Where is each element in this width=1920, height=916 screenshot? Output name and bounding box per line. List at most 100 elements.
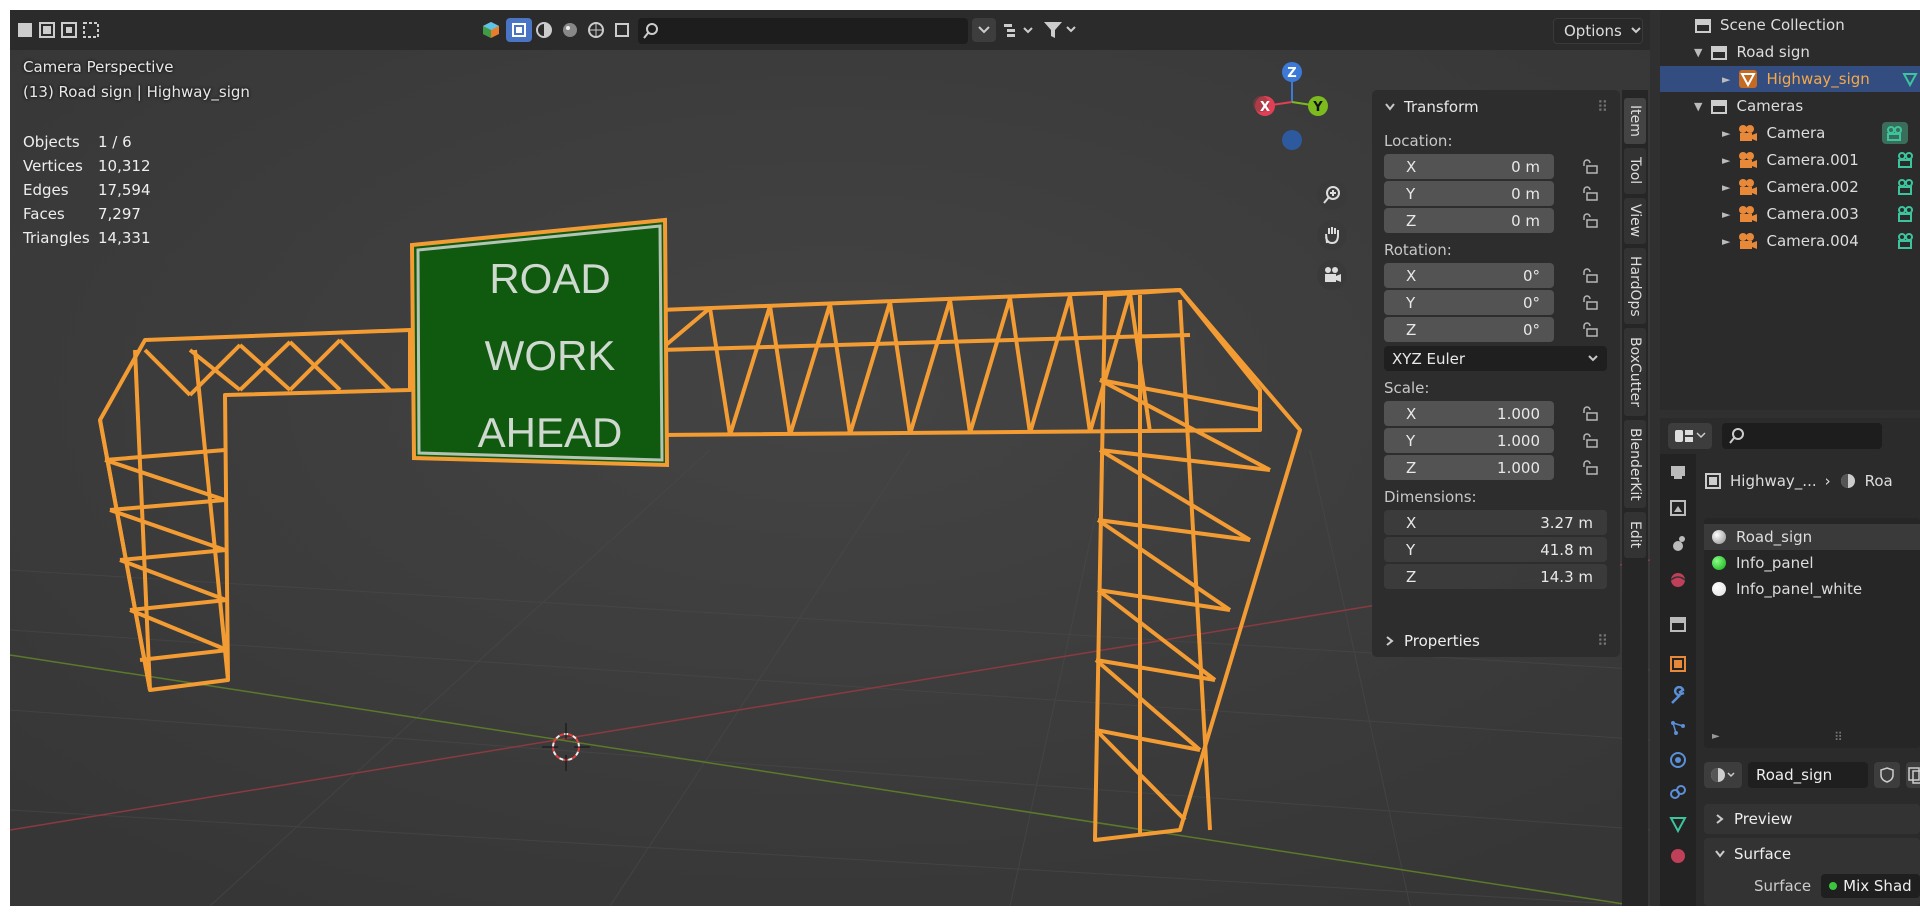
outliner-item-label: Camera.004: [1766, 232, 1859, 250]
rotation-z-field[interactable]: Z 0°: [1384, 317, 1598, 342]
selection-mode-buttons[interactable]: [14, 18, 104, 42]
object-tab-icon[interactable]: [1668, 654, 1688, 674]
lock-icon[interactable]: [1582, 321, 1598, 337]
expand-arrow-icon[interactable]: ►: [1722, 73, 1730, 86]
location-y-field[interactable]: Y 0 m: [1384, 181, 1598, 206]
tab-item[interactable]: Item: [1624, 98, 1646, 144]
preview-panel-header[interactable]: Preview: [1704, 804, 1920, 834]
expand-arrow-icon[interactable]: ►: [1722, 181, 1730, 194]
scale-x-field[interactable]: X 1.000: [1384, 401, 1598, 426]
rotation-x-field[interactable]: X 0°: [1384, 263, 1598, 288]
expand-arrow-icon[interactable]: ►: [1712, 731, 1720, 742]
drag-handle-icon[interactable]: ⠿: [1597, 98, 1608, 116]
outliner-item-camera-002[interactable]: ► Camera.002: [1660, 174, 1920, 200]
tab-view[interactable]: View: [1624, 198, 1646, 244]
camera-view-icon[interactable]: [1317, 260, 1347, 290]
properties-search-input[interactable]: [1722, 423, 1882, 449]
outliner-item-camera-001[interactable]: ► Camera.001: [1660, 147, 1920, 173]
properties-panel-header[interactable]: Properties ⠿: [1372, 625, 1620, 657]
outliner-item-camera-004[interactable]: ► Camera.004: [1660, 228, 1920, 254]
resize-handle-icon[interactable]: ⠿: [1834, 730, 1843, 744]
rotation-mode-select[interactable]: XYZ Euler: [1384, 346, 1607, 371]
properties-label: Properties: [1404, 632, 1480, 650]
lock-icon[interactable]: [1582, 459, 1598, 475]
output-tab-icon[interactable]: [1668, 498, 1688, 518]
outliner-item-cameras[interactable]: ▼ Cameras: [1660, 93, 1920, 119]
physics-tab-icon[interactable]: [1668, 750, 1688, 770]
options-dropdown[interactable]: Options: [1553, 18, 1643, 44]
viewport-search-input[interactable]: [638, 18, 968, 44]
material-tab-icon[interactable]: [1668, 846, 1688, 866]
duplicate-material-icon[interactable]: [1906, 762, 1920, 788]
shader-socket-icon: [1829, 882, 1838, 890]
expand-arrow-icon[interactable]: ▼: [1694, 100, 1702, 113]
tab-boxcutter[interactable]: BoxCutter: [1624, 328, 1646, 416]
fake-user-shield-icon[interactable]: [1874, 762, 1900, 788]
material-selector: Road_sign: [1704, 762, 1920, 788]
dimension-x-field[interactable]: X 3.27 m: [1384, 510, 1607, 535]
properties-editor-icon: [1675, 430, 1693, 442]
outliner-item-camera[interactable]: ► Camera: [1660, 120, 1920, 146]
scale-z-field[interactable]: Z 1.000: [1384, 455, 1598, 480]
location-z-field[interactable]: Z 0 m: [1384, 208, 1598, 233]
outliner-item-highway-sign[interactable]: ► Highway_sign: [1660, 66, 1920, 92]
lock-icon[interactable]: [1582, 294, 1598, 310]
filter-dropdown[interactable]: [1040, 18, 1080, 42]
lock-icon[interactable]: [1582, 185, 1598, 201]
tab-blenderkit[interactable]: BlenderKit: [1624, 420, 1646, 508]
tab-tool[interactable]: Tool: [1624, 148, 1646, 194]
stat-value: 10,312: [98, 157, 151, 175]
lock-icon[interactable]: [1582, 267, 1598, 283]
zoom-icon[interactable]: [1317, 180, 1347, 210]
field-value: 41.8 m: [1540, 540, 1593, 559]
expand-arrow-icon[interactable]: ▼: [1694, 46, 1702, 59]
dimension-z-field[interactable]: Z 14.3 m: [1384, 564, 1607, 589]
editor-type-dropdown[interactable]: [1668, 423, 1712, 449]
expand-arrow-icon[interactable]: ►: [1722, 154, 1730, 167]
browse-material-dropdown[interactable]: [1704, 762, 1742, 788]
toggle-xray-icon[interactable]: [506, 18, 532, 42]
material-slot-item[interactable]: Info_panel_white: [1704, 576, 1920, 602]
expand-arrow-icon[interactable]: ►: [1722, 208, 1730, 221]
navigation-gizmo[interactable]: Z X Y: [1235, 60, 1345, 180]
tab-edit[interactable]: Edit: [1624, 512, 1646, 558]
scene-collection-row[interactable]: Scene Collection: [1660, 12, 1920, 38]
scale-y-field[interactable]: Y 1.000: [1384, 428, 1598, 453]
location-x-field[interactable]: X 0 m: [1384, 154, 1598, 179]
view-layer-tab-icon[interactable]: [1668, 534, 1688, 554]
material-slot-item[interactable]: Road_sign: [1704, 524, 1920, 550]
lock-icon[interactable]: [1582, 158, 1598, 174]
scene-tab-icon[interactable]: [1668, 570, 1688, 590]
surface-panel-header[interactable]: Surface: [1704, 838, 1920, 870]
outliner-item-camera-003[interactable]: ► Camera.003: [1660, 201, 1920, 227]
axis-label: Z: [1406, 211, 1417, 230]
expand-arrow-icon[interactable]: ►: [1722, 127, 1730, 140]
dimension-y-field[interactable]: Y 41.8 m: [1384, 537, 1607, 562]
drag-handle-icon[interactable]: ⠿: [1597, 632, 1608, 650]
outliner-item-road-sign[interactable]: ▼ Road sign: [1660, 39, 1920, 65]
surface-shader-select[interactable]: Mix Shad: [1821, 874, 1920, 898]
view-layer-dropdown[interactable]: [972, 18, 996, 42]
3d-viewport[interactable]: ROAD WORK AHEAD Camera Perspective (13) …: [10, 50, 1650, 906]
lock-icon[interactable]: [1582, 405, 1598, 421]
tab-hardops[interactable]: HardOps: [1624, 248, 1646, 324]
modifier-wrench-icon[interactable]: [1668, 685, 1688, 706]
material-name-field[interactable]: Road_sign: [1748, 762, 1868, 788]
constraints-tab-icon[interactable]: [1668, 782, 1688, 802]
data-tab-icon[interactable]: [1668, 814, 1688, 834]
lock-icon[interactable]: [1582, 212, 1598, 228]
rotation-y-field[interactable]: Y 0°: [1384, 290, 1598, 315]
render-tab-icon[interactable]: [1668, 462, 1688, 482]
chevron-right-icon: [1386, 636, 1394, 646]
pan-hand-icon[interactable]: [1317, 220, 1347, 250]
expand-arrow-icon[interactable]: ►: [1722, 235, 1730, 248]
shading-mode-buttons[interactable]: [532, 18, 636, 42]
lock-icon[interactable]: [1582, 432, 1598, 448]
gizmo-toggle-icon[interactable]: [478, 18, 504, 42]
transform-panel-header[interactable]: Transform ⠿: [1372, 90, 1620, 124]
material-preview-icon: [1712, 556, 1726, 570]
world-tab-icon[interactable]: [1668, 614, 1688, 634]
outliner-filter-dropdown[interactable]: [1000, 18, 1038, 42]
particles-tab-icon[interactable]: [1668, 718, 1688, 738]
material-slot-item[interactable]: Info_panel: [1704, 550, 1920, 576]
